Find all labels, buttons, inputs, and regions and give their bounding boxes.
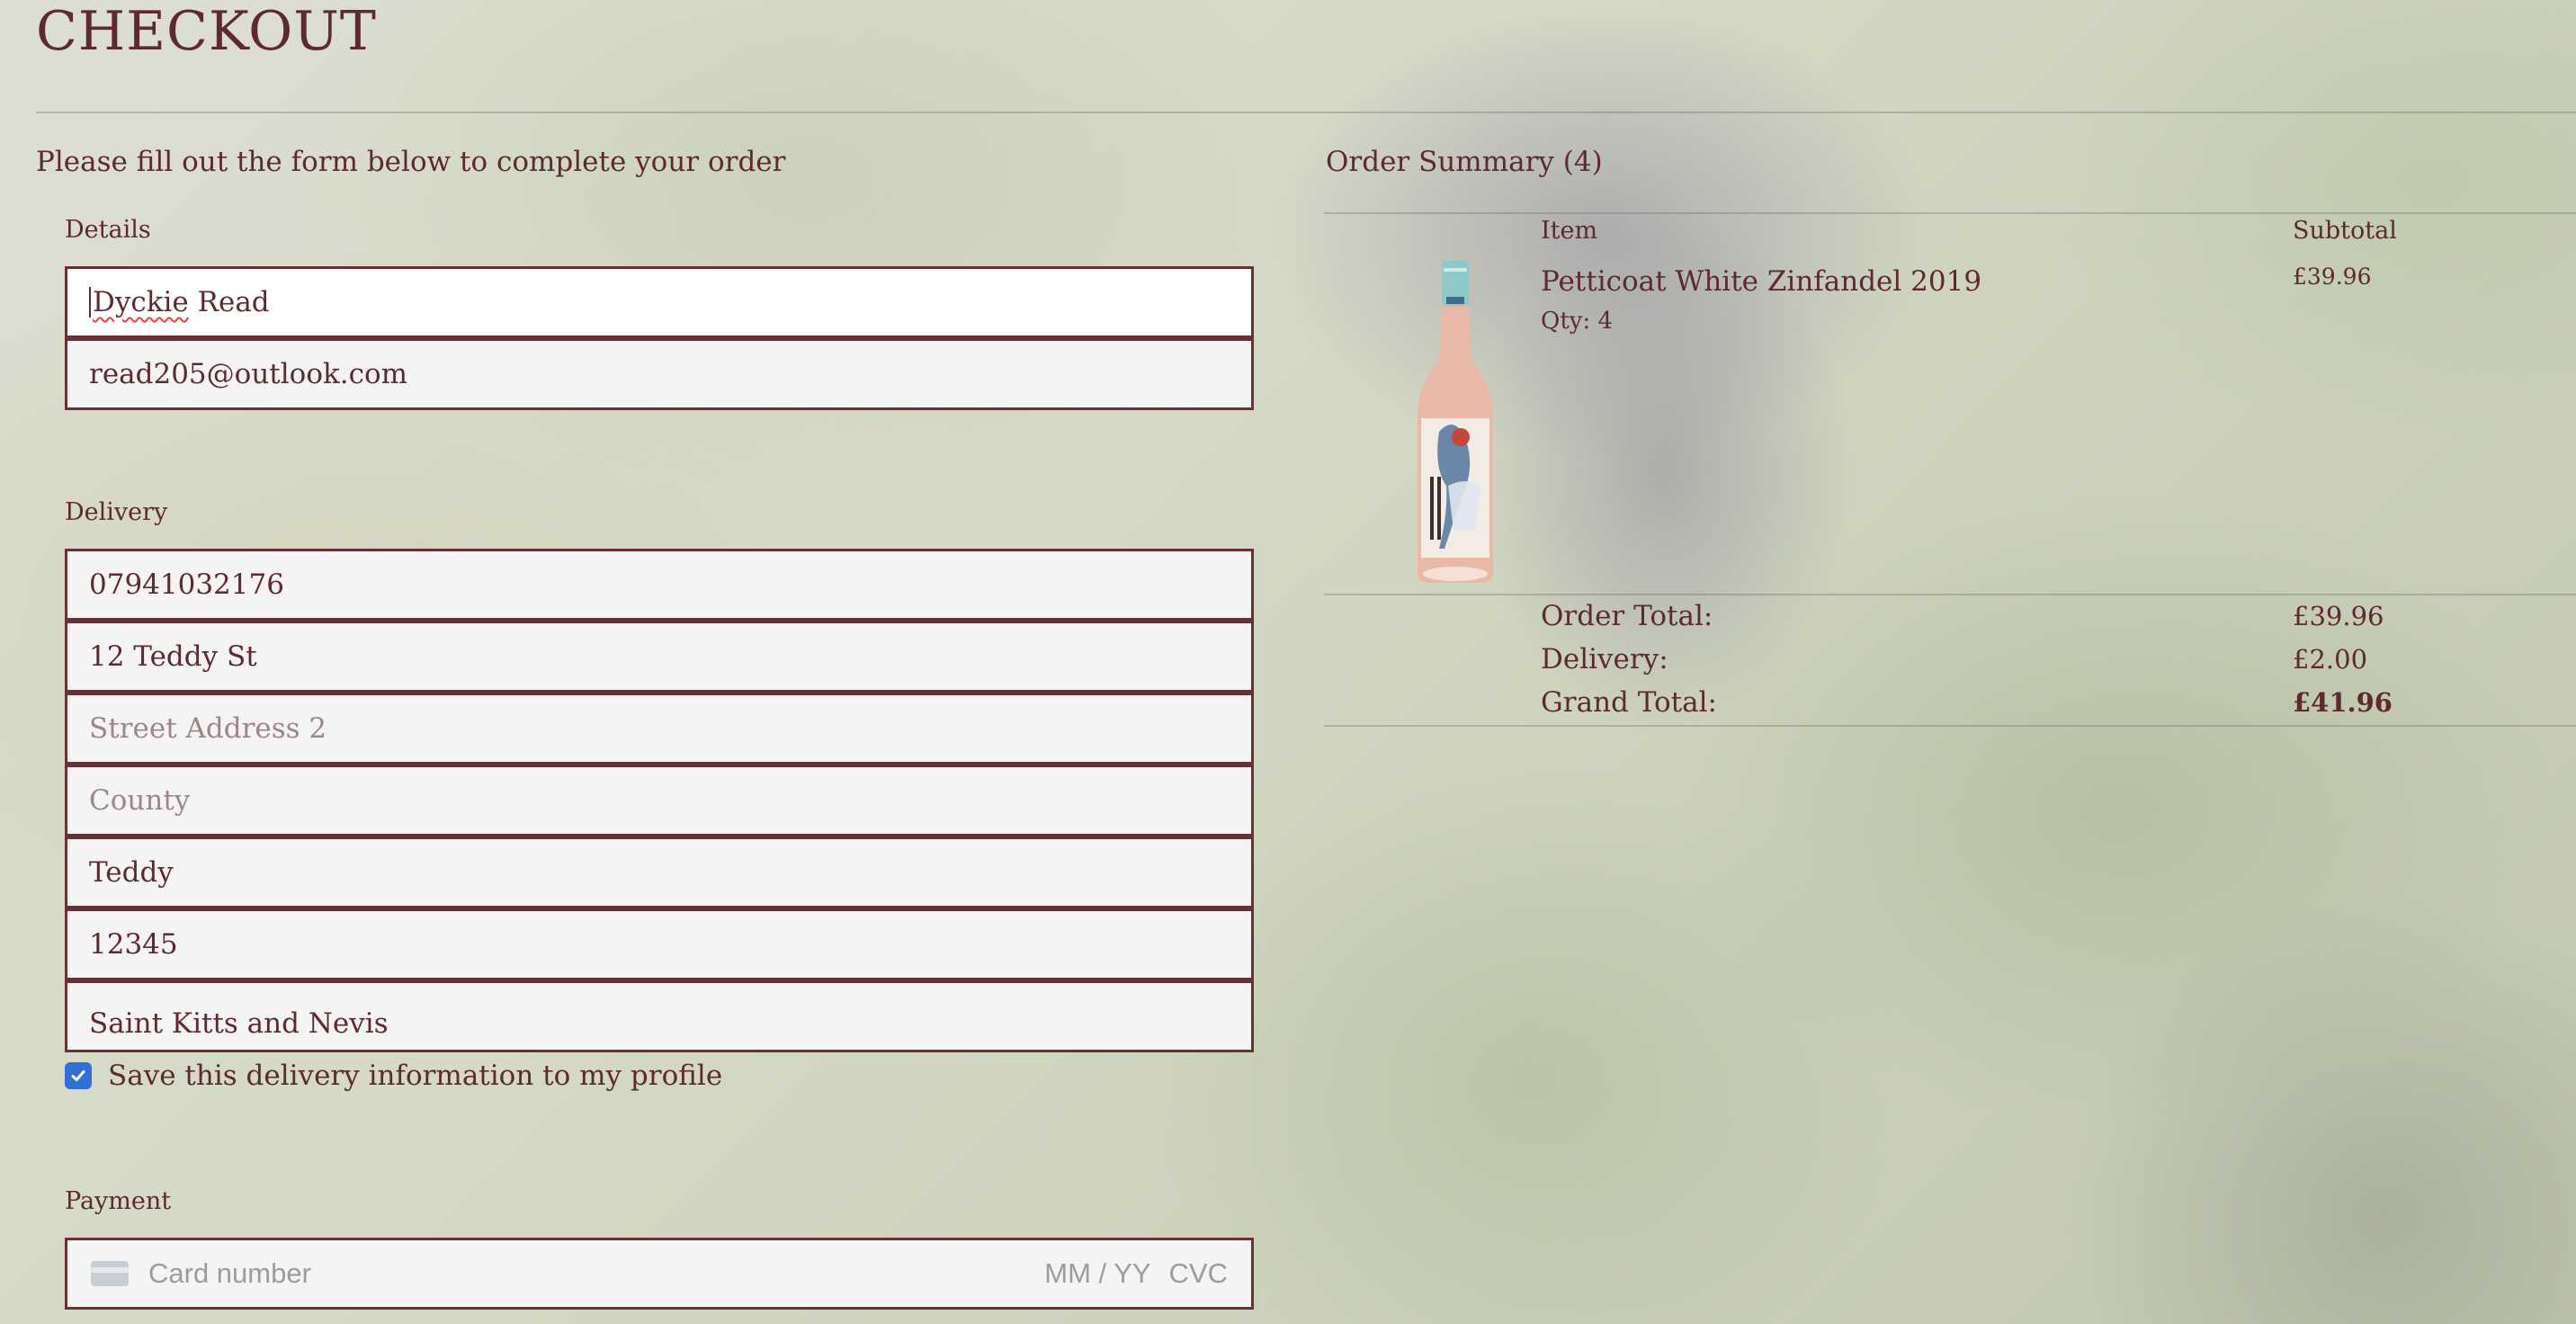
street-address-1-field[interactable]: 12 Teddy St <box>65 621 1254 693</box>
full-name-field[interactable]: Dyckie Read <box>65 266 1254 338</box>
subtotal-column-header: Subtotal <box>2293 217 2397 245</box>
save-delivery-label: Save this delivery information to my pro… <box>108 1060 723 1092</box>
order-total-value: £39.96 <box>2293 601 2384 631</box>
street-address-2-placeholder: Street Address 2 <box>89 712 327 745</box>
delivery-label: Delivery <box>65 498 168 526</box>
product-subtotal: £39.96 <box>2293 264 2372 290</box>
street-address-1-value: 12 Teddy St <box>89 640 257 673</box>
phone-value: 07941032176 <box>89 568 284 601</box>
save-delivery-checkbox[interactable] <box>65 1062 92 1089</box>
summary-top-divider <box>1324 212 2576 214</box>
save-delivery-row[interactable]: Save this delivery information to my pro… <box>65 1058 722 1094</box>
order-summary-title: Order Summary (4) <box>1326 146 1603 178</box>
details-label: Details <box>65 216 151 244</box>
county-field[interactable]: County <box>65 765 1254 836</box>
page-title: CHECKOUT <box>36 0 377 63</box>
country-value: Saint Kitts and Nevis <box>89 1007 389 1040</box>
full-name-rest: Read <box>188 286 270 318</box>
email-value: read205@outlook.com <box>89 358 408 390</box>
delivery-cost-value: £2.00 <box>2293 644 2368 675</box>
grand-total-label: Grand Total: <box>1541 686 1717 719</box>
product-name[interactable]: Petticoat White Zinfandel 2019 <box>1541 264 1981 300</box>
town-field[interactable]: Teddy <box>65 836 1254 908</box>
summary-middle-divider <box>1324 594 2576 595</box>
email-field[interactable]: read205@outlook.com <box>65 338 1254 410</box>
form-intro: Please fill out the form below to comple… <box>36 146 786 178</box>
summary-bottom-divider <box>1324 725 2576 727</box>
text-caret <box>89 287 91 318</box>
header-divider <box>36 112 2576 113</box>
county-placeholder: County <box>89 784 191 817</box>
full-name-first: Dyckie <box>93 286 189 318</box>
street-address-2-field[interactable]: Street Address 2 <box>65 693 1254 765</box>
postcode-field[interactable]: 12345 <box>65 908 1254 980</box>
order-total-label: Order Total: <box>1541 600 1713 632</box>
country-select[interactable]: Saint Kitts and Nevis <box>65 980 1254 1052</box>
town-value: Teddy <box>89 856 174 889</box>
cvc-placeholder: CVC <box>1168 1257 1228 1289</box>
wine-bottle-image <box>1418 261 1493 583</box>
expiry-placeholder: MM / YY <box>1044 1257 1151 1289</box>
card-number-placeholder: Card number <box>148 1257 311 1289</box>
payment-label: Payment <box>65 1187 172 1215</box>
product-quantity: Qty: 4 <box>1541 308 1614 335</box>
card-input[interactable]: Card number MM / YY CVC <box>65 1238 1254 1310</box>
grand-total-value: £41.96 <box>2293 687 2393 718</box>
postcode-value: 12345 <box>89 928 178 961</box>
phone-field[interactable]: 07941032176 <box>65 549 1254 621</box>
delivery-cost-label: Delivery: <box>1541 643 1668 675</box>
checkmark-icon <box>71 1070 85 1081</box>
item-column-header: Item <box>1541 217 1598 245</box>
credit-card-icon <box>91 1261 129 1286</box>
